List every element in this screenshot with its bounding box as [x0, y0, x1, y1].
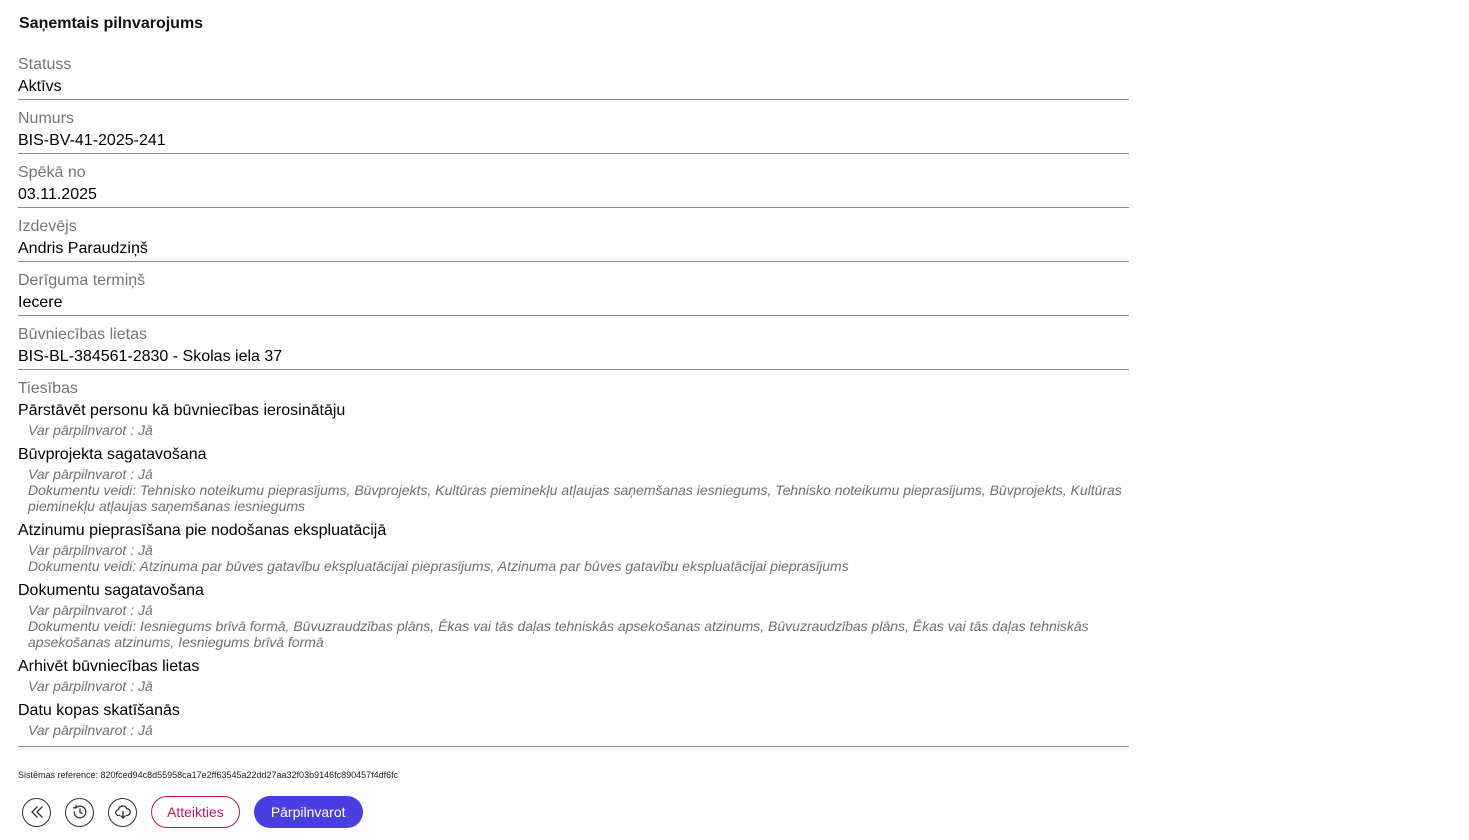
right-title: Datu kopas skatīšanās [18, 702, 180, 719]
field-construction-cases: Būvniecības lietas BIS-BL-384561-2830 - … [18, 324, 1129, 370]
right-item: Datu kopas skatīšanās Var pārpilnvarot :… [18, 700, 1129, 738]
right-document-types: Dokumentu veidi: Atzinuma par būves gata… [28, 558, 849, 574]
right-subdelegation: Var pārpilnvarot : Jā [28, 542, 153, 558]
field-label: Būvniecības lietas [18, 326, 147, 343]
right-subdelegation: Var pārpilnvarot : Jā [28, 466, 153, 482]
field-value: Iecere [18, 294, 63, 311]
field-value: BIS-BL-384561-2830 - Skolas iela 37 [18, 348, 283, 365]
field-value: Andris Paraudziņš [18, 240, 148, 257]
field-validity-term: Derīguma termiņš Iecere [18, 270, 1129, 316]
field-label: Spēkā no [18, 164, 86, 181]
right-subdelegation: Var pārpilnvarot : Jā [28, 678, 153, 694]
system-reference: Sistēmas reference: 820fced94c8d55958ca1… [18, 770, 399, 780]
action-bar: Atteikties Pārpilnvarot [22, 796, 363, 828]
field-value: Aktīvs [18, 78, 62, 95]
right-subdelegation: Var pārpilnvarot : Jā [28, 602, 153, 618]
right-subdelegation: Var pārpilnvarot : Jā [28, 422, 153, 438]
right-title: Arhivēt būvniecības lietas [18, 658, 200, 675]
field-label: Statuss [18, 56, 72, 73]
field-label: Izdevējs [18, 218, 77, 235]
cloud-download-icon [114, 805, 131, 819]
field-issuer: Izdevējs Andris Paraudziņš [18, 216, 1129, 262]
right-item: Atzinumu pieprasīšana pie nodošanas eksp… [18, 520, 1129, 574]
decline-button[interactable]: Atteikties [151, 796, 240, 828]
page-title: Saņemtais pilnvarojums [19, 15, 204, 32]
right-subdelegation: Var pārpilnvarot : Jā [28, 722, 153, 738]
field-label: Numurs [18, 110, 75, 127]
double-chevron-left-icon [30, 806, 43, 818]
history-button[interactable] [65, 797, 94, 827]
download-button[interactable] [108, 797, 137, 827]
right-title: Atzinumu pieprasīšana pie nodošanas eksp… [18, 522, 387, 539]
right-title: Dokumentu sagatavošana [18, 582, 204, 599]
field-value: 03.11.2025 [18, 186, 97, 203]
rights-section: Tiesības Pārstāvēt personu kā būvniecība… [18, 378, 1129, 747]
right-document-types: Dokumentu veidi: Tehnisko noteikumu piep… [28, 482, 1122, 514]
field-status: Statuss Aktīvs [18, 54, 1129, 100]
field-value: BIS-BV-41-2025-241 [18, 132, 166, 149]
right-item: Būvprojekta sagatavošana Var pārpilnvaro… [18, 444, 1129, 514]
field-valid-from: Spēkā no 03.11.2025 [18, 162, 1129, 208]
rights-label: Tiesības [18, 380, 78, 397]
right-title: Būvprojekta sagatavošana [18, 446, 207, 463]
back-button[interactable] [22, 797, 51, 827]
right-item: Dokumentu sagatavošana Var pārpilnvarot … [18, 580, 1129, 650]
history-icon [72, 804, 86, 819]
right-item: Pārstāvēt personu kā būvniecības ierosin… [18, 400, 1129, 438]
right-title: Pārstāvēt personu kā būvniecības ierosin… [18, 402, 346, 419]
field-number: Numurs BIS-BV-41-2025-241 [18, 108, 1129, 154]
details-panel: Statuss Aktīvs Numurs BIS-BV-41-2025-241… [18, 54, 1129, 747]
redelegate-button[interactable]: Pārpilnvarot [253, 796, 363, 828]
field-label: Derīguma termiņš [18, 272, 146, 289]
right-item: Arhivēt būvniecības lietas Var pārpilnva… [18, 656, 1129, 694]
right-document-types: Dokumentu veidi: Iesniegums brīvā formā,… [28, 618, 1089, 650]
page: Saņemtais pilnvarojums Statuss Aktīvs Nu… [0, 0, 1469, 840]
